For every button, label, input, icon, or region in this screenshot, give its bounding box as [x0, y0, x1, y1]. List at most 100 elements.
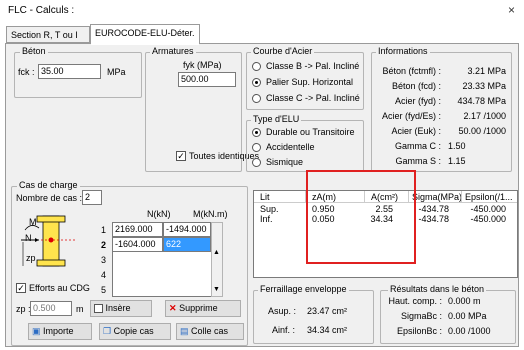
tab-eurocode[interactable]: EUROCODE-ELU-Déter. [90, 24, 200, 44]
check-icon: ✓ [177, 151, 185, 161]
asup-label: Asup. : [268, 306, 297, 316]
resultat-label: SigmaBc : [400, 311, 442, 321]
ainf-label: Ainf. : [272, 325, 296, 335]
radio-classe-c[interactable] [252, 94, 261, 103]
header-epsilon: Epsilon(/1... [465, 192, 513, 202]
fyk-input[interactable]: 500.00 [178, 72, 236, 87]
efforts-checkbox[interactable]: ✓ [16, 283, 26, 293]
active-tab-joiner [91, 43, 199, 45]
fck-unit: MPa [107, 67, 126, 77]
accidentelle-label: Accidentelle [266, 142, 315, 152]
window-title: FLC - Calculs : [8, 5, 75, 16]
info-label: Béton (fcd) : [391, 81, 441, 91]
delete-icon: ✕ [169, 303, 177, 313]
section-diagram: M N zp [17, 212, 81, 274]
supprime-label: Supprime [179, 303, 218, 313]
m-cell-selected[interactable]: 622 [163, 237, 211, 252]
importe-button[interactable]: ▣ Importe [28, 323, 92, 340]
info-value: 3.21 MPa [467, 66, 506, 76]
row-number: 5 [100, 285, 106, 295]
count-input[interactable]: 2 [82, 190, 102, 205]
scroll-up-icon[interactable]: ▲ [213, 249, 220, 256]
scroll-down-icon[interactable]: ▼ [213, 286, 220, 293]
m-cell[interactable]: -1494.000 [163, 222, 211, 237]
info-label: Béton (fctmfl) : [382, 66, 441, 76]
supprime-button[interactable]: ✕ Supprime [165, 300, 241, 317]
insere-label: Insère [105, 303, 131, 313]
resultat-label: EpsilonBc : [396, 326, 442, 336]
ferraillage-title: Ferraillage enveloppe [258, 284, 349, 294]
highlight-box [306, 170, 416, 264]
info-value: 23.33 MPa [462, 81, 506, 91]
check-icon: ✓ [17, 283, 25, 293]
header-sigma: Sigma(MPa) [412, 192, 463, 202]
n-cell[interactable]: -1604.000 [112, 237, 163, 252]
radio-accidentelle[interactable] [252, 143, 261, 152]
armatures-title: Armatures [150, 46, 196, 56]
copy-icon: ❐ [103, 326, 112, 336]
zp-input[interactable]: 0.500 [30, 301, 72, 316]
info-value: 1.50 [448, 141, 466, 151]
cell-sigma: -434.78 [418, 214, 449, 224]
zp-unit: m [76, 304, 84, 314]
cell-epsilon: -450.000 [470, 204, 506, 214]
title-bar: FLC - Calculs : × [0, 0, 524, 22]
empty-row[interactable] [112, 252, 211, 267]
count-label: Nombre de cas : [16, 193, 83, 203]
radio-sismique[interactable] [252, 158, 261, 167]
info-value: 1.15 [448, 156, 466, 166]
info-label: Gamma S : [395, 156, 441, 166]
empty-row[interactable] [112, 282, 211, 297]
colle-label: Colle cas [191, 326, 229, 336]
informations-title: Informations [376, 46, 430, 56]
row-number: 3 [100, 255, 106, 265]
radio-classe-b[interactable] [252, 62, 261, 71]
ainf-value: 34.34 cm² [307, 325, 348, 335]
radio-durable[interactable] [252, 128, 261, 137]
type-elu-title: Type d'ELU [251, 114, 302, 124]
sismique-label: Sismique [266, 157, 304, 167]
resultats-beton-title: Résultats dans le béton [388, 284, 487, 294]
n-cell[interactable]: 2169.000 [112, 222, 163, 237]
cell-sigma: -434.78 [418, 204, 449, 214]
importe-label: Importe [43, 326, 74, 336]
close-icon[interactable]: × [508, 3, 515, 17]
cell-lit: Inf. [260, 214, 273, 224]
resultat-value: 0.00 MPa [448, 311, 487, 321]
resultat-value: 0.00 /1000 [448, 326, 491, 336]
row-number: 1 [100, 225, 106, 235]
insert-icon [94, 304, 103, 314]
header-divider [461, 191, 462, 203]
diagram-n-label: N [25, 233, 32, 243]
radio-palier-sup[interactable] [252, 78, 261, 87]
insere-button[interactable]: Insère [90, 300, 152, 317]
copie-label: Copie cas [113, 326, 154, 336]
efforts-label: Efforts au CDG [29, 283, 90, 293]
palier-sup-label: Palier Sup. Horizontal [266, 77, 354, 87]
cas-charge-title: Cas de charge [17, 180, 80, 190]
header-lit: Lit [260, 192, 270, 202]
col-m-header: M(kN.m) [193, 209, 228, 219]
grid-scrollbar[interactable]: ▲ ▼ [211, 222, 223, 297]
info-value: 2.17 /1000 [463, 111, 506, 121]
load-case-rows: 1 2169.000 -1494.000 2 -1604.000 622 3 4… [94, 222, 234, 297]
beton-title: Béton [20, 46, 48, 56]
cell-epsilon: -450.000 [470, 214, 506, 224]
fck-input[interactable]: 35.00 [38, 64, 101, 79]
diagram-zp-label: zp [26, 253, 36, 263]
info-label: Gamma C : [394, 141, 441, 151]
copie-button[interactable]: ❐ Copie cas [99, 323, 171, 340]
asup-value: 23.47 cm² [307, 306, 348, 316]
import-icon: ▣ [32, 326, 41, 336]
identical-checkbox[interactable]: ✓ [176, 151, 186, 161]
info-value: 434.78 MPa [457, 96, 506, 106]
col-n-header: N(kN) [147, 209, 171, 219]
empty-row[interactable] [112, 267, 211, 282]
paste-icon: ▤ [180, 326, 189, 336]
info-value: 50.00 /1000 [458, 126, 506, 136]
classe-b-label: Classe B -> Pal. Incliné [266, 61, 360, 71]
colle-button[interactable]: ▤ Colle cas [176, 323, 244, 340]
info-label: Acier (fyd/Es) : [381, 111, 441, 121]
tab-section[interactable]: Section R, T ou I [6, 26, 90, 43]
row-number: 4 [100, 270, 106, 280]
